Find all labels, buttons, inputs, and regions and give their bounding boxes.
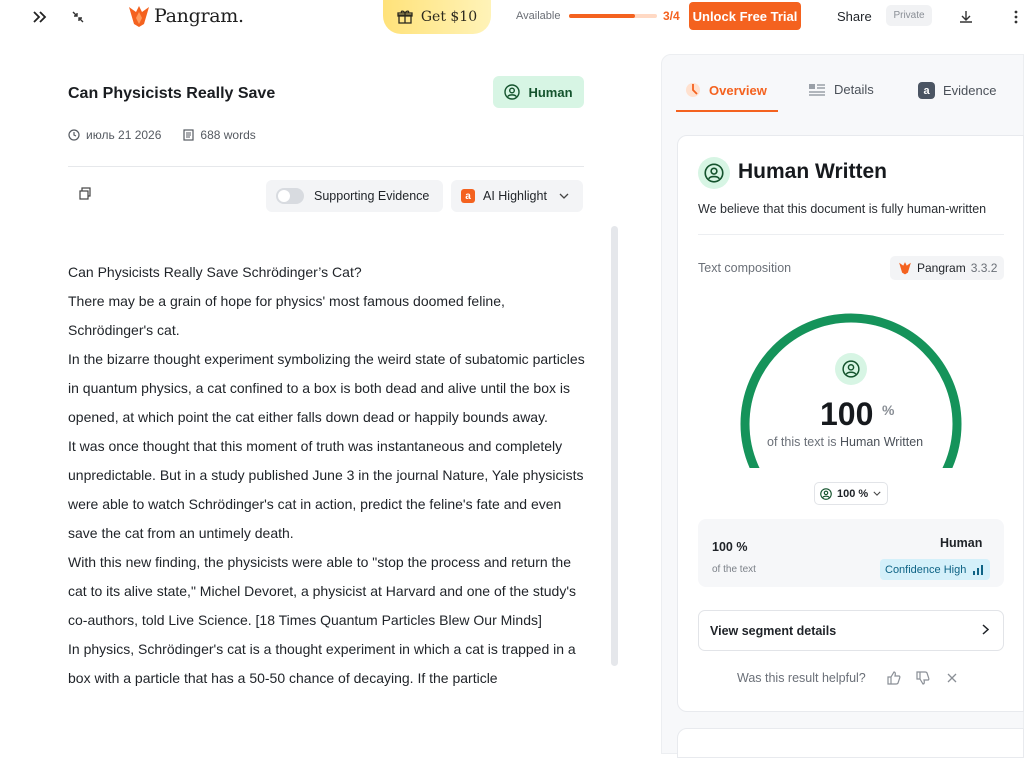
usage-progress-bar (569, 14, 657, 18)
stat-label: Human (940, 536, 983, 550)
model-version-badge: Pangram 3.3.2 (890, 256, 1004, 280)
document-scrollbar[interactable] (611, 226, 618, 666)
tab-overview-label: Overview (709, 82, 767, 98)
confidence-badge: Confidence High (880, 559, 990, 580)
chevron-right-icon (982, 622, 990, 638)
view-segment-details-button[interactable]: View segment details (698, 610, 1004, 651)
chevron-down-icon (873, 491, 881, 496)
human-result-badge[interactable]: Human (493, 76, 584, 108)
person-circle-icon (820, 487, 832, 500)
top-bar: Pangram. Get $10 Available 3/4 Unlock Fr… (0, 0, 1024, 36)
supporting-evidence-label: Supporting Evidence (314, 189, 430, 203)
pangram-logo-icon (899, 262, 911, 275)
download-icon[interactable] (955, 6, 977, 28)
document-paragraph: Can Physicists Really Save Schrödinger’s… (68, 264, 362, 280)
word-count: 688 words (200, 128, 256, 142)
referral-gift-button[interactable]: Get $10 (383, 0, 491, 34)
tab-evidence-label: Evidence (943, 83, 997, 98)
percent-select-value: 100 % (837, 487, 869, 500)
tab-details-label: Details (834, 82, 874, 97)
pangram-logo-icon (129, 6, 149, 27)
gauge-unit: % (882, 402, 895, 418)
header-divider (68, 166, 584, 167)
gauge-caption: of this text is Human Written (767, 435, 923, 449)
unlock-free-trial-button[interactable]: Unlock Free Trial (689, 2, 801, 30)
more-menu-icon[interactable] (1005, 6, 1024, 28)
document-title: Can Physicists Really Save (68, 85, 276, 102)
document-meta: июль 21 2026 688 words (68, 128, 256, 142)
document-body: Can Physicists Really Save Schrödinger’s… (68, 258, 588, 693)
gift-label: Get $10 (420, 9, 478, 25)
tab-overview[interactable]: Overview (685, 82, 767, 98)
percent-select[interactable]: 100 % (814, 482, 888, 505)
signal-bars-icon (973, 565, 984, 575)
brand-logo[interactable]: Pangram. (128, 4, 244, 28)
next-card (677, 728, 1024, 758)
stat-of-text: of the text (712, 564, 756, 575)
active-tab-indicator (676, 110, 778, 112)
document-date: июль 21 2026 (86, 128, 162, 142)
close-icon[interactable] (943, 669, 961, 687)
model-version: 3.3.2 (970, 261, 998, 275)
document-icon (183, 129, 195, 141)
confidence-label: Confidence High (885, 563, 967, 576)
document-paragraph: It was once thought that this moment of … (68, 438, 584, 541)
gauge-person-icon (835, 353, 867, 385)
toggle-switch[interactable] (276, 188, 304, 204)
document-paragraph: There may be a grain of hope for physics… (68, 293, 505, 338)
details-list-icon (809, 83, 825, 96)
document-paragraph: With this new finding, the physicists we… (68, 554, 576, 628)
usage-progress-fill (569, 14, 635, 18)
thumbs-up-icon[interactable] (885, 669, 903, 687)
ai-highlight-label: AI Highlight (483, 189, 547, 203)
stat-percent: 100 % (712, 540, 748, 554)
available-label: Available (516, 10, 561, 22)
clock-icon (68, 129, 80, 141)
result-title: Human Written (738, 160, 887, 183)
copy-icon[interactable] (78, 187, 92, 206)
model-name: Pangram (917, 261, 966, 275)
helpful-question: Was this result helpful? (737, 671, 866, 685)
result-person-icon (698, 157, 730, 189)
human-badge-label: Human (528, 84, 573, 100)
document-paragraph: In the bizarre thought experiment symbol… (68, 351, 585, 425)
overview-icon (686, 83, 700, 97)
text-composition-label: Text composition (698, 261, 792, 275)
usage-count: 3/4 (663, 9, 680, 23)
segment-button-label: View segment details (710, 623, 837, 638)
card-divider (698, 234, 1004, 235)
evidence-letter-icon: a (918, 82, 935, 99)
chevron-down-icon (559, 193, 569, 199)
person-circle-icon (704, 163, 724, 183)
share-button[interactable]: Share (837, 9, 872, 24)
ai-letter-icon: a (461, 189, 475, 203)
thumbs-down-icon[interactable] (914, 669, 932, 687)
private-badge[interactable]: Private (886, 5, 932, 26)
gauge-value: 100 (820, 396, 874, 432)
person-circle-icon (504, 84, 521, 100)
tab-evidence[interactable]: a Evidence (918, 82, 996, 99)
gift-icon (397, 10, 413, 24)
result-description: We believe that this document is fully h… (698, 202, 987, 216)
ai-highlight-dropdown[interactable]: a AI Highlight (451, 180, 583, 212)
gauge-caption-prefix: of this text is (767, 435, 837, 449)
expand-sidebar-icon[interactable] (29, 6, 51, 28)
gauge-caption-emphasis: Human Written (839, 435, 924, 449)
tab-details[interactable]: Details (808, 82, 874, 97)
supporting-evidence-toggle[interactable]: Supporting Evidence (266, 180, 443, 212)
document-paragraph: In physics, Schrödinger's cat is a thoug… (68, 641, 576, 686)
panel-tabs: Overview Details a Evidence (676, 72, 1024, 112)
brand-name: Pangram. (154, 5, 244, 27)
collapse-arrows-icon[interactable] (67, 6, 89, 28)
